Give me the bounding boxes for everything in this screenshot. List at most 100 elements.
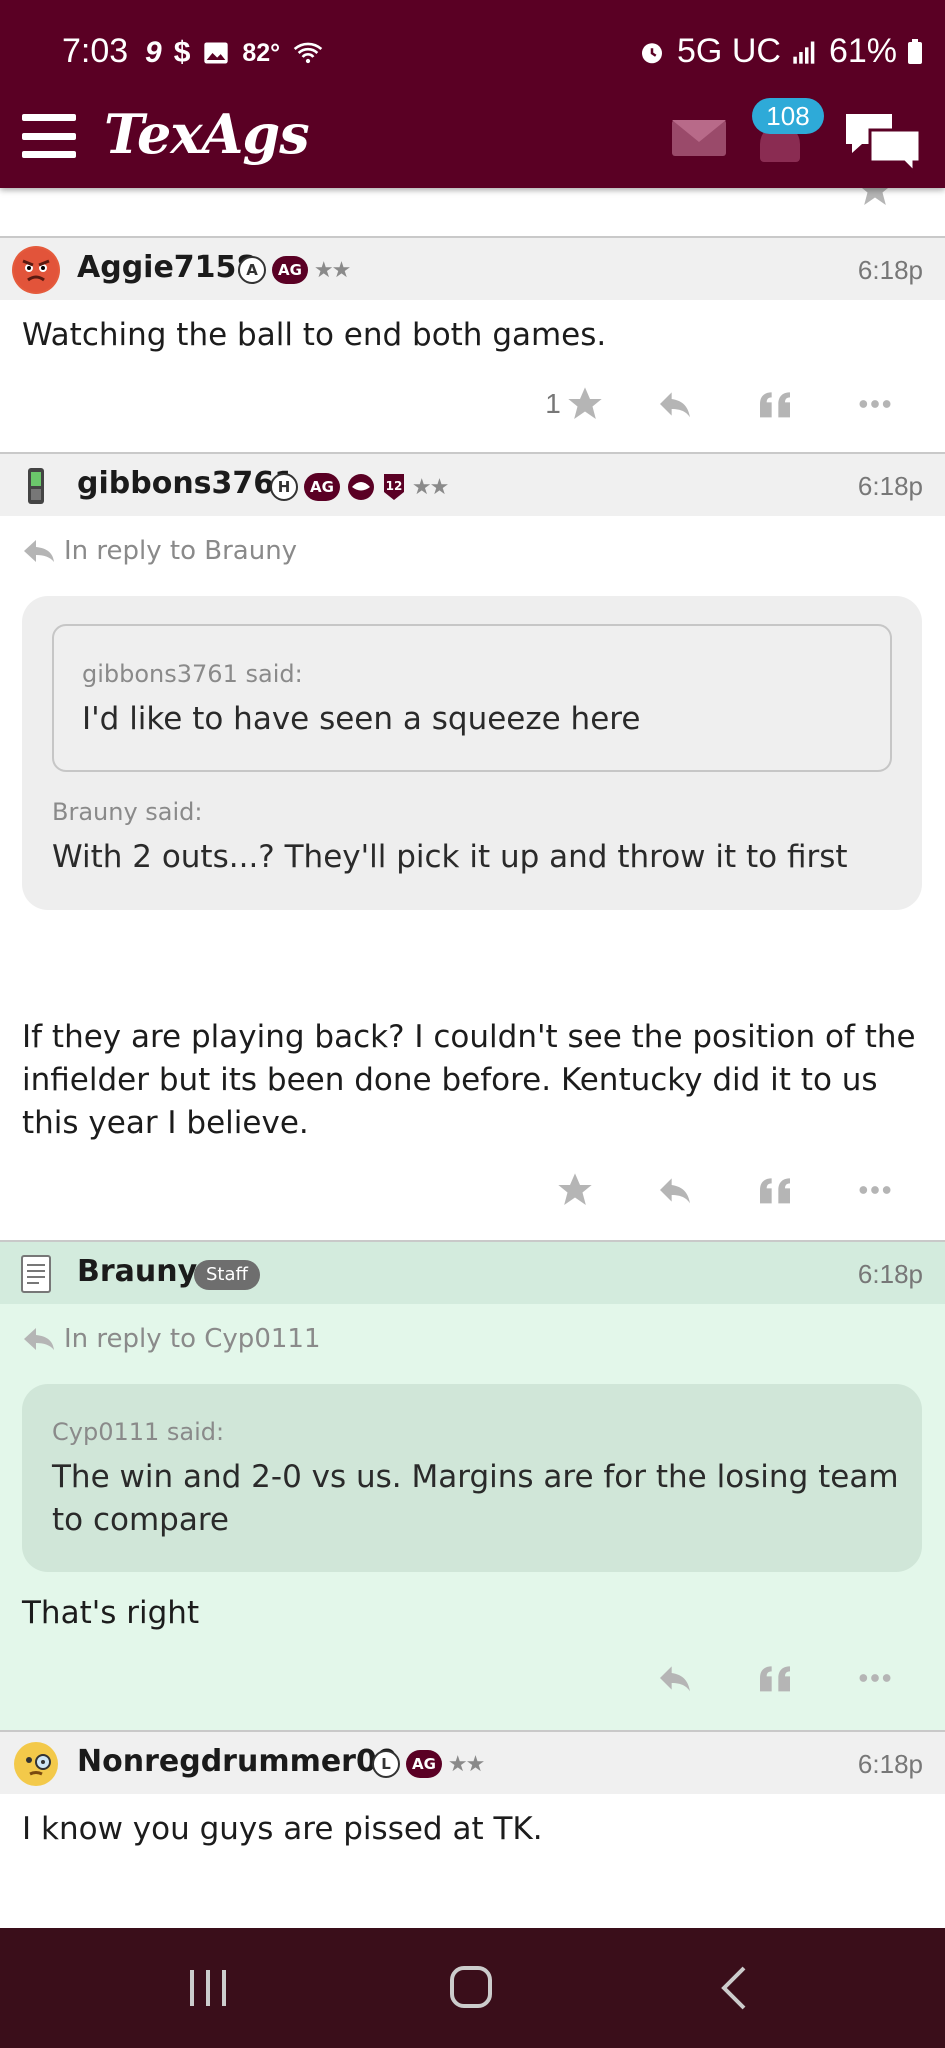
status-icons: 9 $ 82° bbox=[145, 36, 324, 70]
reply-button[interactable] bbox=[625, 1648, 725, 1708]
quote-button[interactable] bbox=[725, 1648, 825, 1708]
quote-author: gibbons3761 said: bbox=[82, 660, 303, 688]
star-button[interactable]: 1 bbox=[525, 374, 625, 434]
staff-badge: Staff bbox=[194, 1260, 260, 1290]
post-time: 6:18p bbox=[857, 1749, 923, 1779]
phone-icon bbox=[28, 468, 44, 504]
reply-arrow-icon bbox=[24, 540, 54, 562]
recent-apps-button[interactable] bbox=[168, 1958, 248, 2018]
user-tag: L bbox=[372, 1750, 400, 1778]
avatar[interactable] bbox=[12, 1250, 60, 1298]
quote-button[interactable] bbox=[725, 1160, 825, 1220]
post-body: If they are playing back? I couldn't see… bbox=[22, 1019, 916, 1141]
post-time: 6:18p bbox=[857, 255, 923, 285]
post-header: Brauny Staff 6:18p bbox=[0, 1240, 945, 1304]
avatar[interactable] bbox=[12, 462, 60, 510]
username[interactable]: gibbons3761 bbox=[77, 466, 295, 501]
star-icon bbox=[558, 1173, 592, 1205]
in-reply-to-text: In reply to Cyp0111 bbox=[64, 1324, 321, 1354]
12th-man-icon: 12 bbox=[383, 474, 404, 500]
alarm-icon bbox=[642, 42, 663, 63]
avatar[interactable] bbox=[12, 246, 60, 294]
network-label: 5G UC bbox=[677, 32, 781, 70]
back-button[interactable] bbox=[696, 1958, 776, 2018]
recent-apps-icon bbox=[190, 1970, 226, 2006]
app-header: 7:03 9 $ 82° 5G UC 61% TexAgs bbox=[0, 0, 945, 188]
ag-tag: AG bbox=[406, 1750, 442, 1778]
quote-text: With 2 outs...? They'll pick it up and t… bbox=[52, 839, 848, 875]
reply-button[interactable] bbox=[625, 1160, 725, 1220]
reply-button[interactable] bbox=[625, 374, 725, 434]
reply-arrow-icon bbox=[24, 1328, 54, 1350]
more-icon bbox=[859, 400, 891, 408]
reply-icon bbox=[660, 1666, 690, 1692]
post-actions: 1 bbox=[525, 374, 925, 434]
wifi-icon bbox=[293, 42, 323, 64]
more-icon bbox=[859, 1186, 891, 1194]
monocle-face-icon bbox=[14, 1742, 58, 1786]
thread-content: Aggie7158 A AG ★★ 6:18p Watching the bal… bbox=[0, 0, 945, 1928]
username[interactable]: Aggie7158 bbox=[77, 250, 257, 285]
ag-tag: AG bbox=[272, 256, 308, 284]
user-tags: H AG 12 ★★ bbox=[270, 472, 449, 502]
status-time: 7:03 bbox=[62, 32, 129, 70]
post-time: 6:18p bbox=[857, 471, 923, 501]
in-reply-to[interactable]: In reply to Brauny bbox=[22, 536, 297, 566]
star-button[interactable] bbox=[525, 1160, 625, 1220]
home-button[interactable] bbox=[432, 1958, 512, 2018]
site-logo[interactable]: TexAgs bbox=[104, 102, 310, 166]
more-button[interactable] bbox=[825, 1648, 925, 1708]
angry-face-icon bbox=[14, 248, 58, 292]
user-tags: L AG ★★ bbox=[372, 1750, 485, 1778]
user-tags: A AG ★★ bbox=[238, 256, 351, 284]
battery-icon bbox=[908, 38, 922, 64]
more-button[interactable] bbox=[825, 1160, 925, 1220]
app-9-icon: 9 bbox=[145, 36, 162, 69]
temperature: 82° bbox=[242, 38, 281, 67]
username[interactable]: Nonregdrummer09 bbox=[77, 1744, 398, 1779]
in-reply-to[interactable]: In reply to Cyp0111 bbox=[22, 1324, 320, 1354]
quote-button[interactable] bbox=[725, 374, 825, 434]
quote-text: I'd like to have seen a squeeze here bbox=[82, 701, 641, 737]
mail-icon[interactable] bbox=[672, 120, 726, 156]
notepad-icon bbox=[21, 1255, 51, 1293]
back-icon bbox=[721, 1966, 746, 2010]
reply-icon bbox=[660, 392, 690, 418]
more-button[interactable] bbox=[825, 374, 925, 434]
quote-author: Cyp0111 said: bbox=[52, 1418, 225, 1446]
post-time: 6:18p bbox=[857, 1259, 923, 1289]
team-logo-icon bbox=[347, 474, 374, 500]
status-right: 5G UC 61% bbox=[637, 32, 923, 71]
dollar-icon: $ bbox=[173, 36, 191, 69]
post-actions bbox=[525, 1160, 925, 1220]
chat-icon[interactable] bbox=[842, 110, 924, 174]
menu-icon[interactable] bbox=[22, 114, 76, 158]
status-bar: 7:03 9 $ 82° 5G UC 61% bbox=[0, 0, 945, 100]
quote-author: Brauny said: bbox=[52, 798, 203, 826]
quote-block: gibbons3761 said: I'd like to have seen … bbox=[22, 596, 922, 910]
quote-icon bbox=[760, 1666, 790, 1692]
stars: ★★ bbox=[411, 474, 449, 500]
star-count: 1 bbox=[545, 388, 561, 419]
star-icon bbox=[568, 387, 602, 419]
stars: ★★ bbox=[447, 1751, 485, 1777]
post-header: gibbons3761 H AG 12 ★★ 6:18p bbox=[0, 452, 945, 516]
image-icon bbox=[204, 42, 229, 64]
svg-text:12: 12 bbox=[386, 479, 403, 493]
ag-tag: AG bbox=[304, 473, 340, 501]
user-tag: A bbox=[238, 256, 266, 284]
quote-block: Cyp0111 said: The win and 2-0 vs us. Mar… bbox=[22, 1384, 922, 1572]
system-nav-bar bbox=[0, 1928, 945, 2048]
post-actions bbox=[625, 1648, 925, 1708]
quote-icon bbox=[760, 392, 790, 418]
post-body: That's right bbox=[22, 1595, 200, 1631]
post-header: Aggie7158 A AG ★★ 6:18p bbox=[0, 236, 945, 300]
avatar[interactable] bbox=[12, 1740, 60, 1788]
user-tag: H bbox=[270, 473, 298, 501]
notification-badge[interactable]: 108 bbox=[752, 98, 824, 134]
home-icon bbox=[450, 1966, 492, 2008]
post-body: I know you guys are pissed at TK. bbox=[22, 1811, 543, 1847]
user-tags: Staff bbox=[194, 1260, 260, 1290]
username[interactable]: Brauny bbox=[77, 1254, 197, 1289]
signal-icon bbox=[793, 41, 815, 64]
